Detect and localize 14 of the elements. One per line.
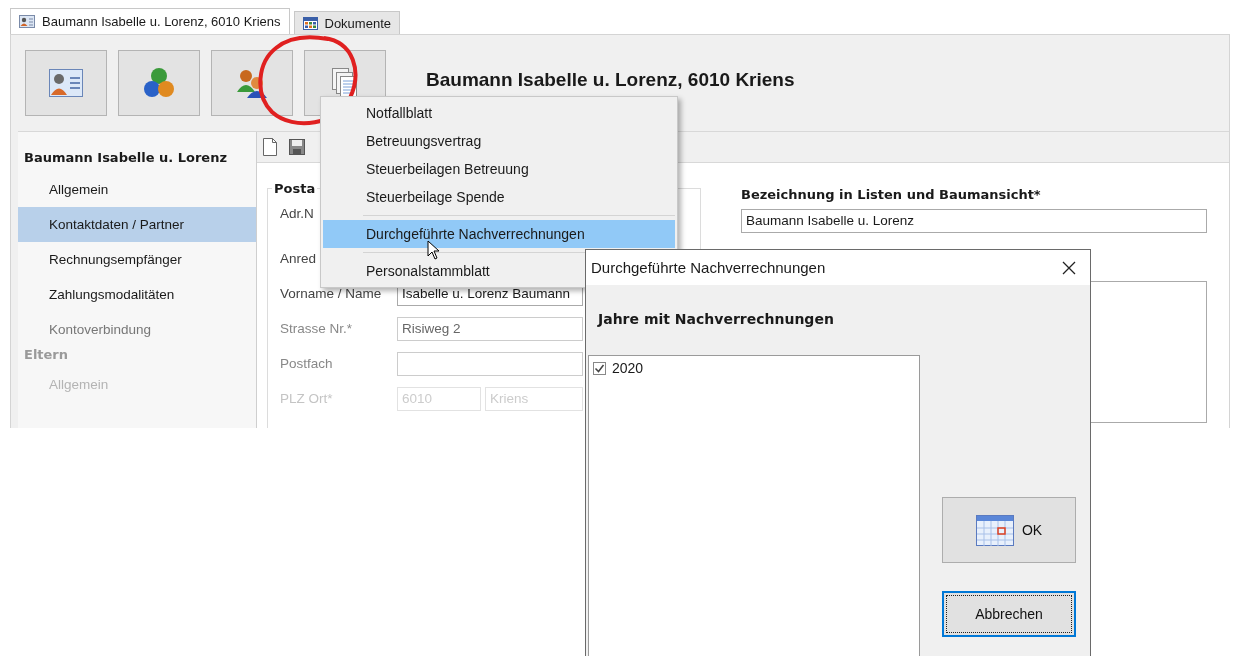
field-label: Vorname / Name bbox=[280, 286, 383, 301]
section-heading: Eltern bbox=[23, 347, 70, 364]
field-label: Postfach bbox=[280, 356, 334, 371]
field-label: Adr.N bbox=[280, 206, 315, 221]
field-label: Strasse Nr.* bbox=[280, 321, 354, 336]
group-title: Posta bbox=[273, 181, 317, 196]
year-label: 2020 bbox=[612, 360, 644, 376]
field-label: Anred bbox=[280, 251, 318, 266]
dialog-title: Durchgeführte Nachverrechnungen bbox=[591, 259, 826, 276]
list-label: Jahre mit Nachverrechnungen bbox=[596, 311, 835, 329]
section-heading: Baumann Isabelle u. Lorenz bbox=[23, 150, 228, 167]
record-title: Baumann Isabelle u. Lorenz, 6010 Kriens bbox=[426, 69, 795, 91]
field-label: Bezeichnung in Listen und Baumansicht* bbox=[741, 187, 1042, 204]
field-label: PLZ Ort* bbox=[280, 391, 334, 406]
